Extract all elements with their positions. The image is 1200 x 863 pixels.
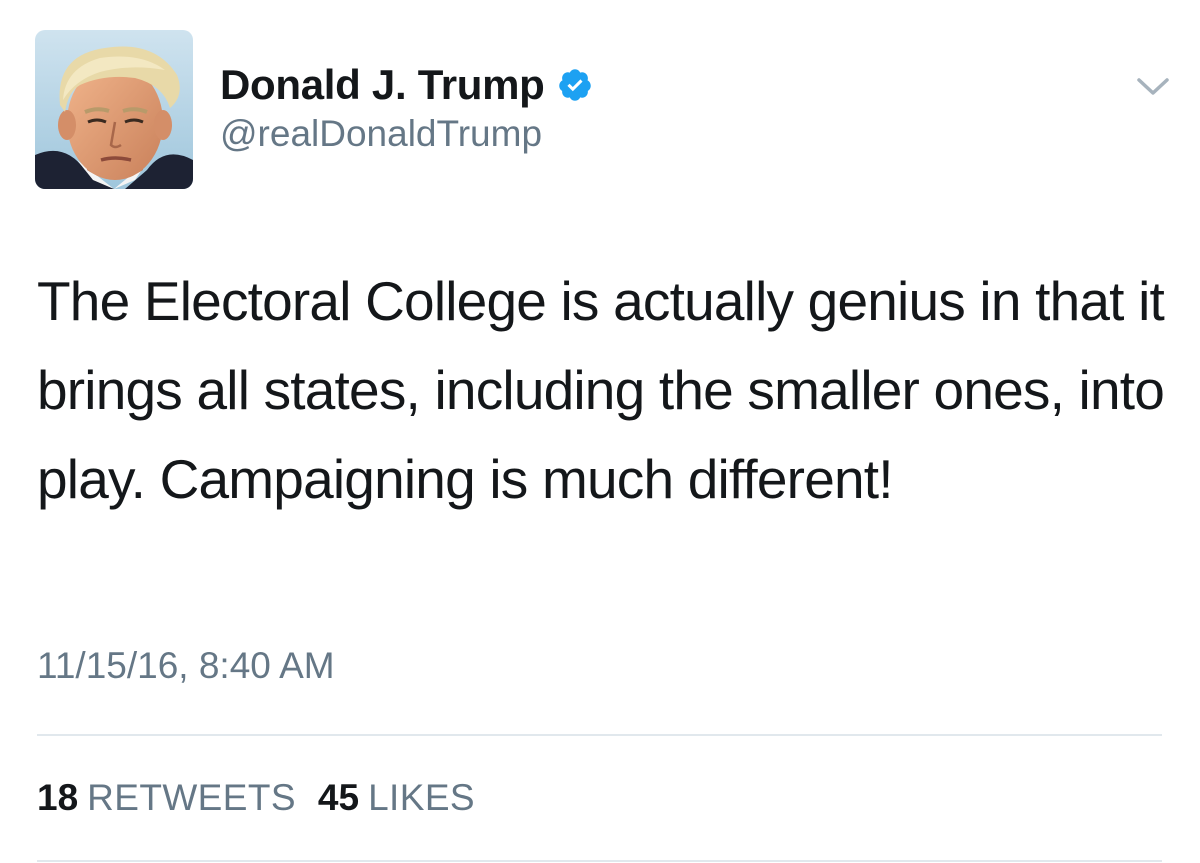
likes-label: LIKES: [368, 777, 475, 818]
chevron-down-icon[interactable]: [1136, 76, 1170, 98]
tweet-stats: 18 RETWEETS 45 LIKES: [37, 777, 475, 819]
tweet-text: The Electoral College is actually genius…: [37, 270, 1165, 510]
likes-stat[interactable]: 45 LIKES: [318, 777, 475, 819]
display-name[interactable]: Donald J. Trump: [220, 61, 545, 109]
author-name-row: Donald J. Trump: [220, 60, 593, 110]
verified-badge-icon: [558, 69, 591, 101]
likes-count: 45: [317, 777, 360, 818]
retweets-label: RETWEETS: [87, 777, 296, 818]
divider: [37, 734, 1162, 736]
bottom-divider: [37, 860, 1162, 862]
retweets-count: 18: [37, 777, 79, 818]
avatar[interactable]: [35, 30, 193, 189]
profile-photo-icon: [35, 30, 193, 189]
tweet-card: Donald J. Trump @realDonaldTrump The Ele…: [0, 0, 1200, 863]
author-handle[interactable]: @realDonaldTrump: [220, 113, 542, 155]
retweets-stat[interactable]: 18 RETWEETS: [37, 777, 296, 819]
tweet-timestamp[interactable]: 11/15/16, 8:40 AM: [37, 645, 335, 687]
